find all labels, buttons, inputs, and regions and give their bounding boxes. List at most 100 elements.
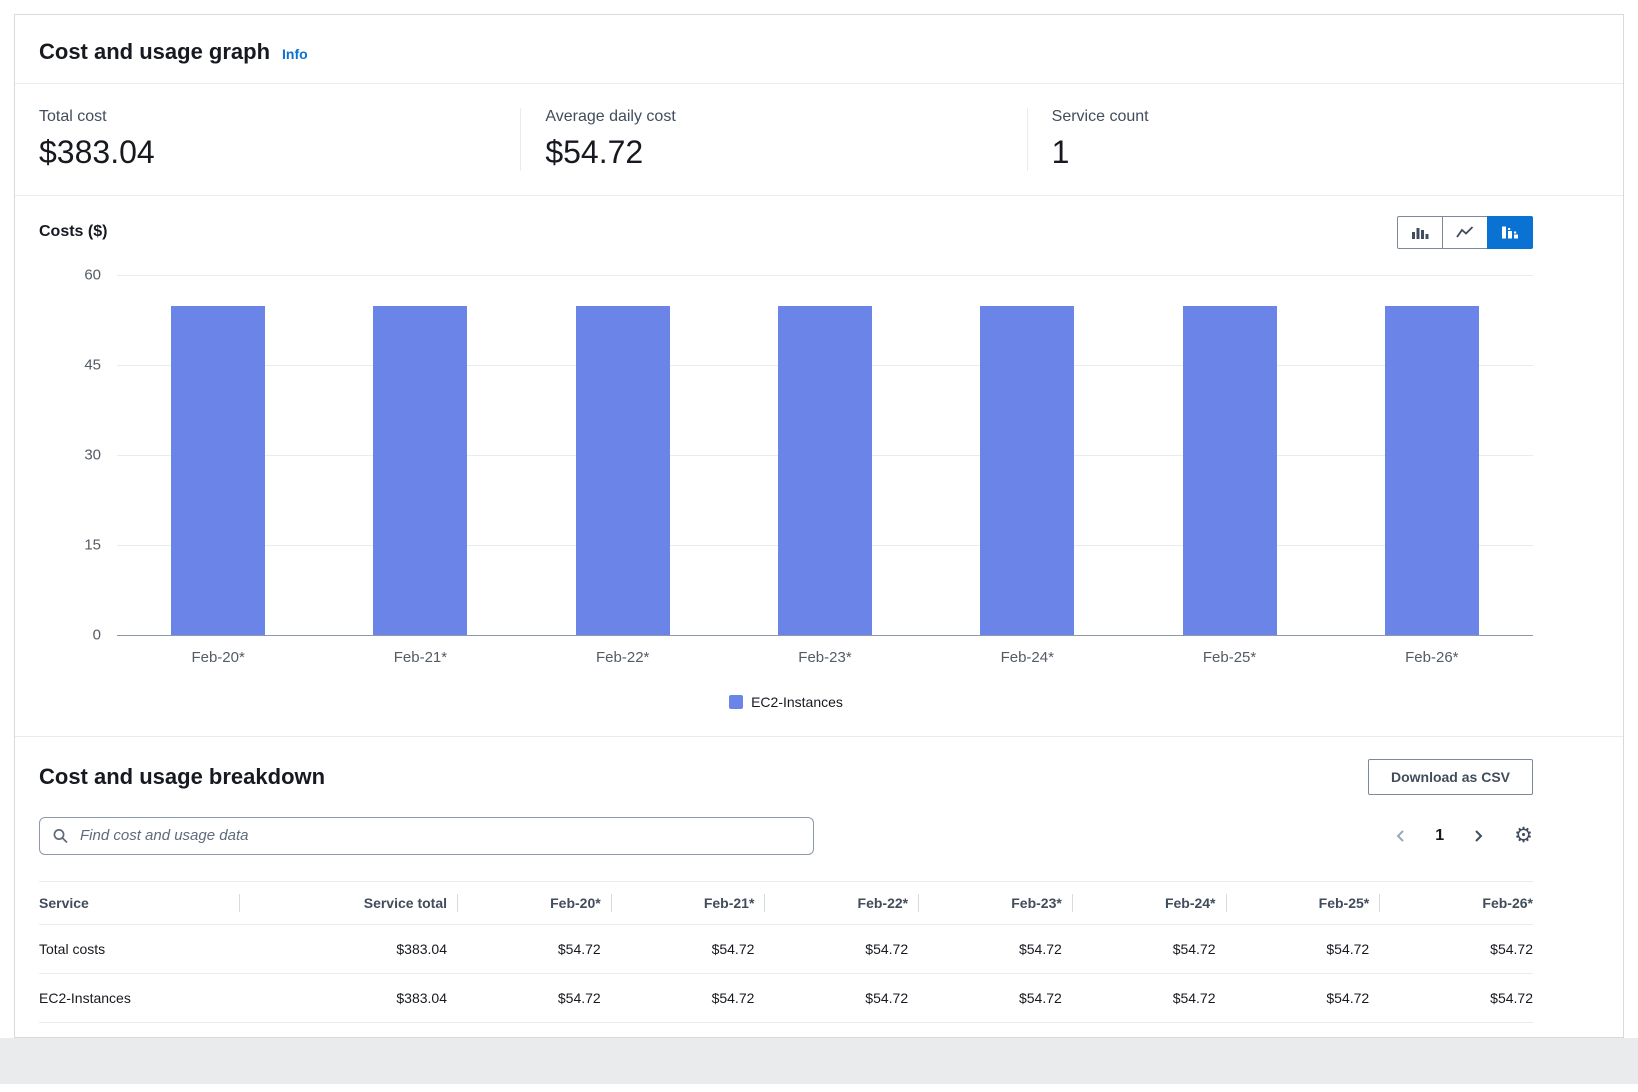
cost-cell: $54.72 (611, 924, 765, 973)
bar-chart: 015304560 Feb-20*Feb-21*Feb-22*Feb-23*Fe… (39, 275, 1533, 666)
search-input[interactable] (39, 817, 814, 855)
legend-swatch[interactable] (729, 695, 743, 709)
breakdown-section: Cost and usage breakdown Download as CSV… (15, 737, 1623, 1037)
current-page-number[interactable]: 1 (1435, 827, 1444, 845)
column-header-feb-26: Feb-26* (1379, 881, 1533, 924)
stat-value: $54.72 (545, 134, 1026, 171)
previous-page-button[interactable] (1393, 828, 1409, 844)
cost-cell: $383.04 (239, 924, 457, 973)
stacked-bar-chart-toggle-button[interactable] (1487, 216, 1533, 249)
column-header-feb-23: Feb-23* (918, 881, 1072, 924)
bar-slot (522, 275, 724, 635)
cost-cell: $54.72 (1226, 973, 1380, 1022)
table-settings-button[interactable]: ⚙ (1514, 825, 1533, 846)
y-tick-label: 60 (84, 266, 101, 283)
stacked-bar-chart-icon (1501, 225, 1519, 240)
chevron-left-icon (1393, 828, 1409, 844)
chevron-right-icon (1470, 828, 1486, 844)
cost-cell: $54.72 (1072, 973, 1226, 1022)
cost-and-usage-card: Cost and usage graph Info Total cost $38… (14, 14, 1624, 1038)
plot-column: Feb-20*Feb-21*Feb-22*Feb-23*Feb-24*Feb-2… (117, 275, 1533, 666)
stat-label: Average daily cost (545, 108, 1026, 126)
x-tick-label: Feb-21* (319, 649, 521, 666)
column-header-service: Service (39, 881, 239, 924)
gear-icon: ⚙ (1514, 824, 1533, 847)
bar-Feb-21[interactable] (373, 306, 467, 634)
x-axis: Feb-20*Feb-21*Feb-22*Feb-23*Feb-24*Feb-2… (117, 649, 1533, 666)
cost-cell: $54.72 (1379, 924, 1533, 973)
cost-cell: $54.72 (611, 973, 765, 1022)
stat-label: Service count (1052, 108, 1533, 126)
chart-plot (117, 275, 1533, 635)
summary-stats: Total cost $383.04 Average daily cost $5… (15, 84, 1623, 196)
x-tick-label: Feb-23* (724, 649, 926, 666)
table-body: Total costs$383.04$54.72$54.72$54.72$54.… (39, 924, 1533, 1022)
x-tick-label: Feb-22* (522, 649, 724, 666)
pagination: 1 ⚙ (1393, 825, 1533, 846)
bar-slot (117, 275, 319, 635)
cost-cell: $54.72 (1226, 924, 1380, 973)
breakdown-table: ServiceService totalFeb-20*Feb-21*Feb-22… (39, 881, 1533, 1023)
table-header-row: ServiceService totalFeb-20*Feb-21*Feb-22… (39, 881, 1533, 924)
line-chart-toggle-button[interactable] (1442, 216, 1488, 249)
bar-chart-icon (1411, 225, 1429, 240)
chart-toolbar: Costs ($) (39, 216, 1533, 249)
bar-slot (926, 275, 1128, 635)
bar-Feb-24[interactable] (980, 306, 1074, 634)
y-tick-label: 45 (84, 356, 101, 373)
bar-slot (1128, 275, 1330, 635)
table-row: Total costs$383.04$54.72$54.72$54.72$54.… (39, 924, 1533, 973)
stat-service-count: Service count 1 (1027, 108, 1533, 171)
service-name-cell: Total costs (39, 924, 239, 973)
bar-Feb-25[interactable] (1183, 306, 1277, 634)
stat-average-daily-cost: Average daily cost $54.72 (520, 108, 1026, 171)
table-controls: 1 ⚙ (39, 817, 1533, 855)
cost-cell: $54.72 (764, 924, 918, 973)
search-box (39, 817, 814, 855)
info-link[interactable]: Info (282, 46, 308, 62)
column-header-feb-24: Feb-24* (1072, 881, 1226, 924)
cost-cell: $54.72 (457, 973, 611, 1022)
page-title: Cost and usage graph (39, 39, 270, 65)
stat-total-cost: Total cost $383.04 (39, 108, 520, 171)
cost-cell: $383.04 (239, 973, 457, 1022)
bar-slot (319, 275, 521, 635)
legend-label[interactable]: EC2-Instances (751, 694, 843, 710)
column-header-feb-25: Feb-25* (1226, 881, 1380, 924)
chart-type-toggle (1397, 216, 1533, 249)
x-tick-label: Feb-25* (1128, 649, 1330, 666)
x-tick-label: Feb-20* (117, 649, 319, 666)
stat-value: $383.04 (39, 134, 520, 171)
bar-Feb-20[interactable] (171, 306, 265, 634)
cost-cell: $54.72 (457, 924, 611, 973)
bar-Feb-26[interactable] (1385, 306, 1479, 634)
column-header-service-total: Service total (239, 881, 457, 924)
next-page-button[interactable] (1470, 828, 1486, 844)
column-header-feb-22: Feb-22* (764, 881, 918, 924)
download-csv-button[interactable]: Download as CSV (1368, 759, 1533, 795)
stat-value: 1 (1052, 134, 1533, 171)
y-axis: 015304560 (39, 275, 117, 635)
cost-cell: $54.72 (1072, 924, 1226, 973)
bar-slot (724, 275, 926, 635)
cost-cell: $54.72 (918, 924, 1072, 973)
bar-chart-toggle-button[interactable] (1397, 216, 1443, 249)
line-chart-icon (1456, 225, 1474, 240)
chart-y-axis-title: Costs ($) (39, 223, 107, 241)
bar-slot (1331, 275, 1533, 635)
bar-Feb-22[interactable] (576, 306, 670, 634)
y-tick-label: 30 (84, 446, 101, 463)
cost-cell: $54.72 (764, 973, 918, 1022)
breakdown-title: Cost and usage breakdown (39, 764, 325, 790)
cost-cell: $54.72 (918, 973, 1072, 1022)
x-axis-line (117, 635, 1533, 636)
column-header-feb-21: Feb-21* (611, 881, 765, 924)
stat-label: Total cost (39, 108, 520, 126)
table-row: EC2-Instances$383.04$54.72$54.72$54.72$5… (39, 973, 1533, 1022)
page-background-strip (0, 1038, 1638, 1084)
x-tick-label: Feb-26* (1331, 649, 1533, 666)
search-icon (52, 827, 69, 844)
column-header-feb-20: Feb-20* (457, 881, 611, 924)
service-name-cell: EC2-Instances (39, 973, 239, 1022)
bar-Feb-23[interactable] (778, 306, 872, 634)
